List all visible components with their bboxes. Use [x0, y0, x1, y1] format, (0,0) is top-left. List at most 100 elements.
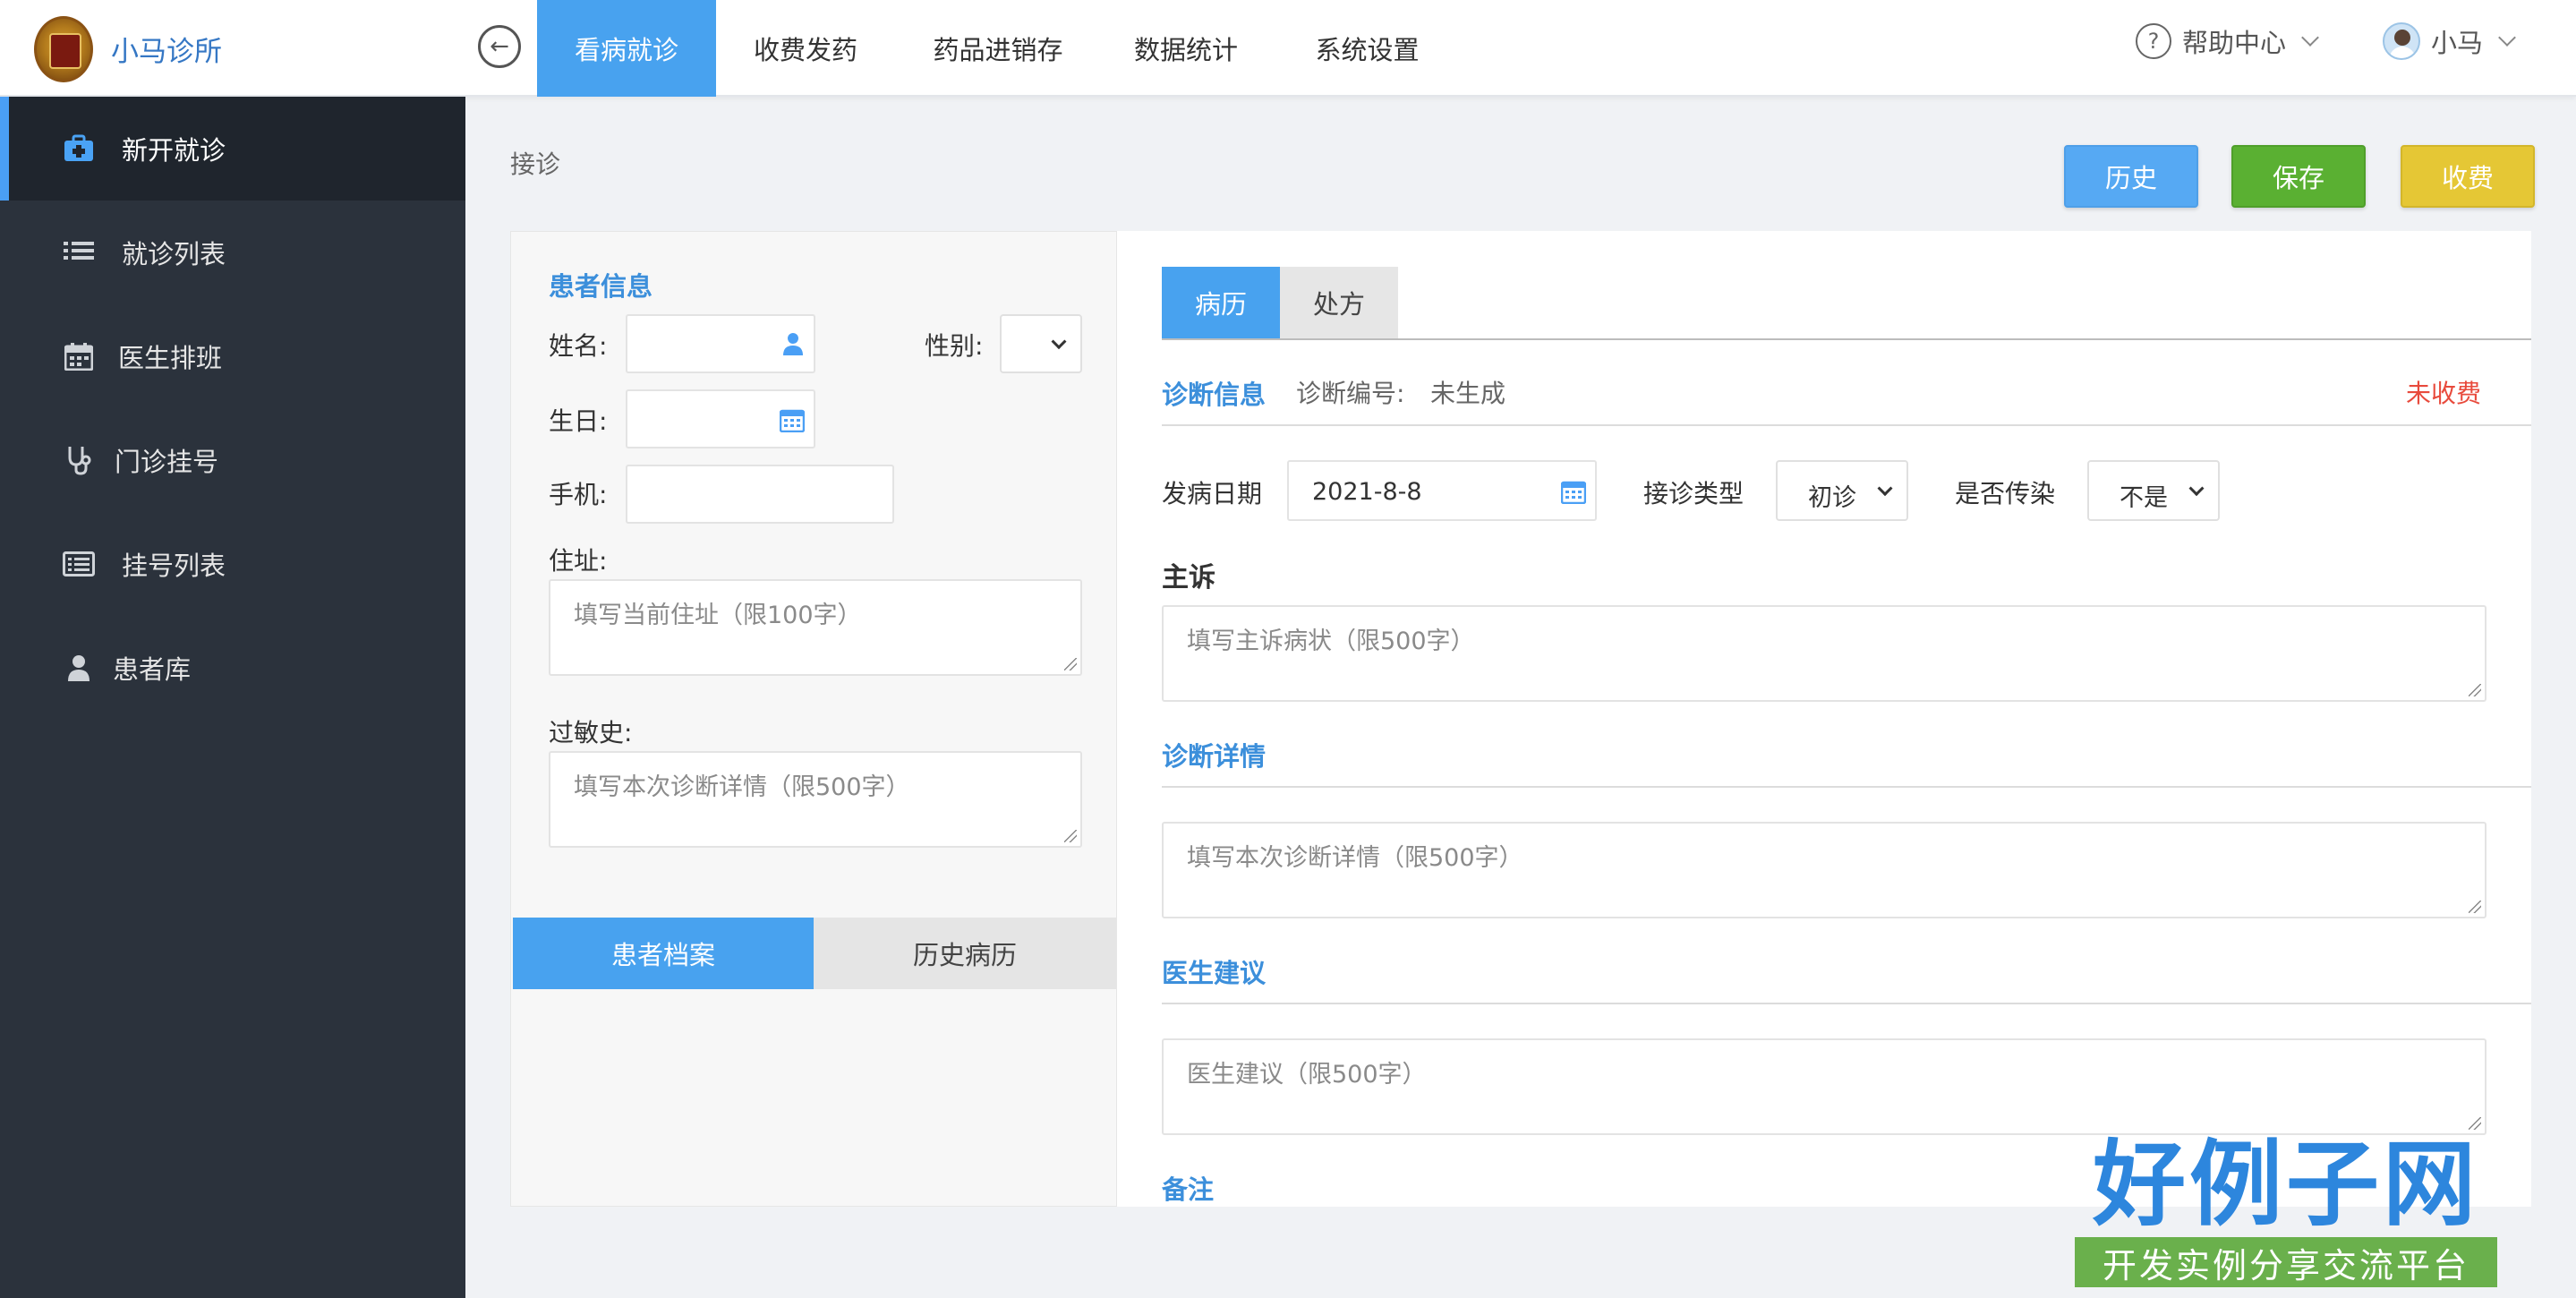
- user-icon: [63, 652, 95, 684]
- chevron-down-icon: [1051, 334, 1067, 350]
- diagnosis-number-label: 诊断编号:: [1296, 379, 1405, 408]
- infectious-select[interactable]: 不是: [2087, 460, 2220, 521]
- address-label: 住址:: [549, 546, 608, 576]
- chevron-down-icon: [2301, 29, 2319, 47]
- sidebar-item-label: 患者库: [113, 654, 192, 685]
- medical-record-panel: 病历 处方 诊断信息 诊断编号: 未生成 未收费 发病日期 2021-8-8 接…: [1117, 231, 2531, 1207]
- nav-tab-consultation[interactable]: 看病就诊: [537, 0, 716, 97]
- name-label: 姓名:: [549, 331, 608, 361]
- allergy-label: 过敏史:: [549, 718, 633, 747]
- chevron-down-icon: [1877, 481, 1893, 497]
- sidebar-item-outpatient-registration[interactable]: 门诊挂号: [0, 408, 465, 512]
- sidebar-item-label: 新开就诊: [122, 135, 226, 166]
- gender-label: 性别:: [925, 331, 984, 361]
- help-center-menu[interactable]: ? 帮助中心: [2136, 20, 2319, 63]
- phone-input[interactable]: [626, 465, 894, 524]
- chevron-down-icon: [2188, 481, 2205, 497]
- calendar-icon: [779, 407, 806, 433]
- chevron-down-icon: [2498, 29, 2516, 47]
- visit-type-select[interactable]: 初诊: [1776, 460, 1908, 521]
- tab-medical-record[interactable]: 病历: [1162, 267, 1280, 338]
- doctor-advice-placeholder: 医生建议（限500字）: [1187, 1061, 1427, 1089]
- question-icon: ?: [2136, 23, 2171, 59]
- divider: [1162, 424, 2531, 426]
- sidebar-item-consultation-list[interactable]: 就诊列表: [0, 201, 465, 304]
- name-input[interactable]: [626, 314, 815, 373]
- resize-handle-icon[interactable]: [2469, 901, 2481, 913]
- sidebar-item-label: 门诊挂号: [115, 447, 219, 477]
- patient-info-panel: 患者信息 姓名: 性别: 生日: 手机: 住址: 填写当前住址（限100字） 过…: [510, 231, 1117, 1207]
- tab-patient-archive[interactable]: 患者档案: [513, 918, 814, 989]
- onset-date-label: 发病日期: [1162, 479, 1263, 508]
- visit-type-label: 接诊类型: [1643, 479, 1744, 508]
- calendar-icon: [1560, 479, 1587, 505]
- patient-info-title: 患者信息: [549, 271, 653, 302]
- divider: [1162, 786, 2531, 788]
- sidebar-item-patient-library[interactable]: 患者库: [0, 616, 465, 720]
- sidebar-item-label: 挂号列表: [122, 551, 226, 581]
- birthday-label: 生日:: [549, 406, 608, 436]
- top-bar: 小马诊所 ← 看病就诊 收费发药 药品进销存 数据统计 系统设置 ? 帮助中心 …: [0, 0, 2576, 97]
- app-name: 小马诊所: [111, 36, 222, 68]
- phone-label: 手机:: [549, 480, 608, 509]
- brand-watermark-title: 好例子网: [2092, 1128, 2479, 1239]
- sidebar-item-doctor-schedule[interactable]: 医生排班: [0, 304, 465, 408]
- nav-tab-charge-dispense[interactable]: 收费发药: [734, 0, 877, 97]
- registration-list-icon: [63, 548, 95, 580]
- nav-tab-settings[interactable]: 系统设置: [1293, 0, 1441, 97]
- complaint-placeholder: 填写主诉病状（限500字）: [1187, 628, 1475, 655]
- sidebar-item-new-consultation[interactable]: 新开就诊: [0, 97, 465, 201]
- medical-kit-icon: [63, 132, 95, 165]
- avatar: [2383, 22, 2420, 60]
- birthday-input[interactable]: [626, 389, 815, 448]
- user-menu[interactable]: 小马: [2383, 20, 2516, 63]
- sidebar: 新开就诊 就诊列表 医生排班 门诊挂号 挂号列表 患者库: [0, 97, 465, 1298]
- resize-handle-icon[interactable]: [1064, 830, 1077, 842]
- resize-handle-icon[interactable]: [2469, 684, 2481, 696]
- diagnosis-detail-placeholder: 填写本次诊断详情（限500字）: [1187, 844, 1523, 872]
- note-title: 备注: [1162, 1174, 1215, 1205]
- history-button[interactable]: 历史: [2064, 145, 2198, 208]
- allergy-textarea[interactable]: 填写本次诊断详情（限500字）: [549, 751, 1082, 848]
- help-center-label: 帮助中心: [2182, 28, 2287, 58]
- brand-watermark: 好例子网 开发实例分享交流平台: [2075, 1119, 2497, 1289]
- diagnosis-detail-textarea[interactable]: 填写本次诊断详情（限500字）: [1162, 822, 2486, 918]
- diagnosis-detail-title: 诊断详情: [1162, 741, 1267, 772]
- onset-date-value: 2021-8-8: [1312, 478, 1422, 506]
- save-button[interactable]: 保存: [2231, 145, 2366, 208]
- diagnosis-info-title: 诊断信息: [1162, 380, 1267, 410]
- page-title: 接诊: [510, 149, 561, 179]
- sidebar-item-label: 医生排班: [118, 343, 223, 373]
- complaint-title: 主诉: [1162, 562, 1215, 593]
- calendar-icon: [63, 340, 95, 372]
- doctor-advice-title: 医生建议: [1162, 958, 1267, 988]
- complaint-textarea[interactable]: 填写主诉病状（限500字）: [1162, 605, 2486, 702]
- divider: [1162, 1003, 2531, 1004]
- clinic-logo: [34, 16, 93, 82]
- tab-history-records[interactable]: 历史病历: [814, 918, 1116, 989]
- nav-tab-statistics[interactable]: 数据统计: [1119, 0, 1253, 97]
- gender-select[interactable]: [1000, 314, 1082, 373]
- sidebar-item-registration-list[interactable]: 挂号列表: [0, 512, 465, 616]
- sidebar-item-label: 就诊列表: [122, 239, 226, 269]
- resize-handle-icon[interactable]: [1064, 658, 1077, 670]
- address-textarea[interactable]: 填写当前住址（限100字）: [549, 579, 1082, 676]
- tab-prescription[interactable]: 处方: [1280, 267, 1398, 338]
- allergy-placeholder: 填写本次诊断详情（限500字）: [574, 773, 910, 801]
- charge-status-badge: 未收费: [2406, 379, 2482, 408]
- infectious-label: 是否传染: [1955, 479, 2056, 508]
- brand-watermark-tagline: 开发实例分享交流平台: [2075, 1237, 2497, 1287]
- nav-tab-pharmacy-inventory[interactable]: 药品进销存: [913, 0, 1083, 97]
- list-icon: [63, 236, 95, 269]
- tab-underline: [1162, 338, 2531, 340]
- visit-type-value: 初诊: [1808, 484, 1856, 512]
- back-arrow-icon[interactable]: ←: [478, 25, 521, 68]
- charge-button[interactable]: 收费: [2401, 145, 2535, 208]
- user-icon: [783, 332, 803, 359]
- user-name: 小马: [2431, 28, 2484, 58]
- onset-date-input[interactable]: 2021-8-8: [1287, 460, 1597, 521]
- diagnosis-number-value: 未生成: [1430, 379, 1506, 408]
- address-placeholder: 填写当前住址（限100字）: [574, 602, 862, 629]
- stethoscope-icon: [63, 444, 95, 476]
- infectious-value: 不是: [2120, 484, 2168, 512]
